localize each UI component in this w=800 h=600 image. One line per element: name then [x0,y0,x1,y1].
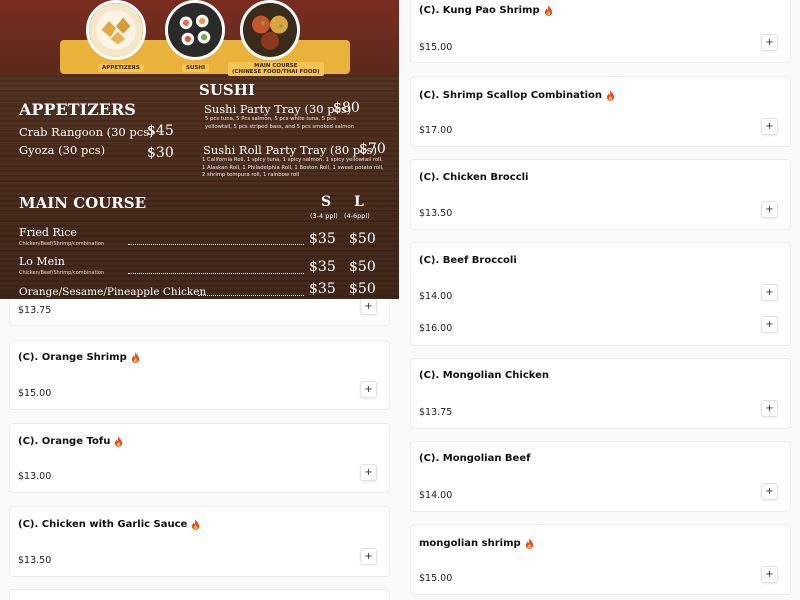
appetizer-dish-image [86,0,146,60]
item-price: $14.00 [419,291,453,302]
add-to-cart-button[interactable]: + [360,464,377,481]
add-to-cart-button[interactable]: + [360,298,377,315]
sushi-item-description: 1 California Roll, 1 spicy tuna, 1 spicy… [202,157,384,179]
item-title: (C). Chicken Broccli [419,172,529,183]
price-large: $50 [349,231,376,247]
item-price-secondary: $16.00 [419,323,453,334]
add-to-cart-button[interactable]: + [761,34,778,51]
dish-label-main-course: MAIN COURSE (CHINESE FOOD/THAI FOOD) [228,62,324,77]
add-to-cart-button[interactable]: + [761,284,778,301]
sushi-item-description: 5 pcs tuna, 5 Pcs salmon, 5 pcs white tu… [205,116,354,130]
menu-item-card[interactable]: (C). Kung Pao Shrimp $15.00 + [410,0,791,63]
item-price: $15.00 [18,388,52,399]
main-course-item-name: Fried Rice [19,226,77,239]
item-title: (C). Orange Shrimp [18,352,127,363]
price-small: $35 [309,259,336,275]
add-to-cart-button[interactable]: + [761,118,778,135]
item-title: (C). Shrimp Scallop Combination [419,90,603,101]
price-small: $35 [309,281,336,297]
size-small-note: (3-4 ppl) [310,212,338,220]
spicy-icon [544,5,552,16]
dot-leader [128,244,304,245]
main-course-item-name: Orange/Sesame/Pineapple Chicken [19,286,207,298]
menu-item-card[interactable]: (C). Beef Broccoli $14.00 + $16.00 + [410,242,791,346]
add-to-cart-button[interactable]: + [761,316,778,333]
appetizer-name: Gyoza (30 pcs) [19,143,106,157]
dot-leader [198,295,304,296]
item-title: (C). Mongolian Chicken [419,370,550,381]
price-large: $50 [349,281,376,297]
main-course-dish-image [240,0,300,60]
item-title: (C). Beef Broccoli [419,255,517,266]
menu-item-card[interactable]: mongolian shrimp $15.00 + [410,524,791,595]
dish-label-sushi: SUSHI [182,64,210,73]
add-to-cart-button[interactable]: + [761,483,778,500]
appetizer-price: $45 [147,123,174,139]
price-large: $50 [349,259,376,275]
size-large-label: L [354,194,364,210]
add-to-cart-button[interactable]: + [360,381,377,398]
item-price: $15.00 [419,42,453,53]
menu-item-card[interactable]: (C). Mongolian Beef $14.00 + [410,441,791,512]
item-title: mongolian shrimp [419,538,521,549]
add-to-cart-button[interactable]: + [360,548,377,565]
add-to-cart-button[interactable]: + [761,400,778,417]
price-small: $35 [309,231,336,247]
item-title: (C). Chicken with Garlic Sauce [18,519,188,530]
appetizer-name: Crab Rangoon (30 pcs) [19,125,154,139]
sushi-item-name: Sushi Party Tray (30 pcs) [204,102,352,116]
spicy-icon [131,352,139,363]
spicy-icon [192,519,200,530]
menu-item-card[interactable] [9,589,390,600]
add-to-cart-button[interactable]: + [761,566,778,583]
spicy-icon [115,436,123,447]
spicy-icon [525,538,533,549]
dish-label-appetizers: APPETIZERS [98,64,144,73]
menu-item-card[interactable]: (C). Chicken Broccli $13.50 + [410,159,791,230]
menu-item-card[interactable]: (C). Chicken with Garlic Sauce $13.50 + [9,506,390,577]
sushi-item-price: $70 [359,141,386,157]
menu-item-card[interactable]: (C). Orange Shrimp $15.00 + [9,340,390,410]
main-course-item-name: Lo Mein [19,255,65,268]
item-price: $17.00 [419,125,453,136]
menu-item-card[interactable]: (C). Shrimp Scallop Combination $17.00 + [410,76,791,147]
item-title: (C). Mongolian Beef [419,453,531,464]
item-title: (C). Kung Pao Shrimp [419,5,540,16]
size-large-note: (4-6ppl) [344,212,370,220]
item-price: $13.50 [419,208,453,219]
party-tray-menu-image: APPETIZERS SUSHI MAIN COURSE (CHINESE FO… [0,0,399,299]
item-price: $13.75 [18,305,52,316]
add-to-cart-button[interactable]: + [761,201,778,218]
item-price: $15.00 [419,573,453,584]
menu-item-card[interactable]: (C). Mongolian Chicken $13.75 + [410,358,791,429]
sushi-item-price: $80 [333,100,360,116]
sushi-dish-image [165,0,225,60]
item-title: (C). Orange Tofu [18,436,111,447]
spicy-icon [606,90,615,101]
item-price: $13.00 [18,471,52,482]
main-course-heading: MAIN COURSE [19,194,147,212]
item-price: $13.75 [419,407,453,418]
dot-leader [128,273,304,274]
sushi-item-name: Sushi Roll Party Tray (80 pcs) [203,143,378,157]
size-small-label: S [321,194,332,210]
appetizers-heading: APPETIZERS [19,100,136,119]
sushi-heading: SUSHI [199,81,255,99]
item-price: $13.50 [18,555,52,566]
item-price: $14.00 [419,490,453,501]
main-course-item-options: Chicken/Beef/Shrimp/combination [19,241,105,247]
appetizer-price: $30 [147,145,174,161]
main-course-item-options: Chicken/Beef/Shrimp/combination [19,270,105,276]
menu-item-card[interactable]: (C). Orange Tofu $13.00 + [9,423,390,493]
